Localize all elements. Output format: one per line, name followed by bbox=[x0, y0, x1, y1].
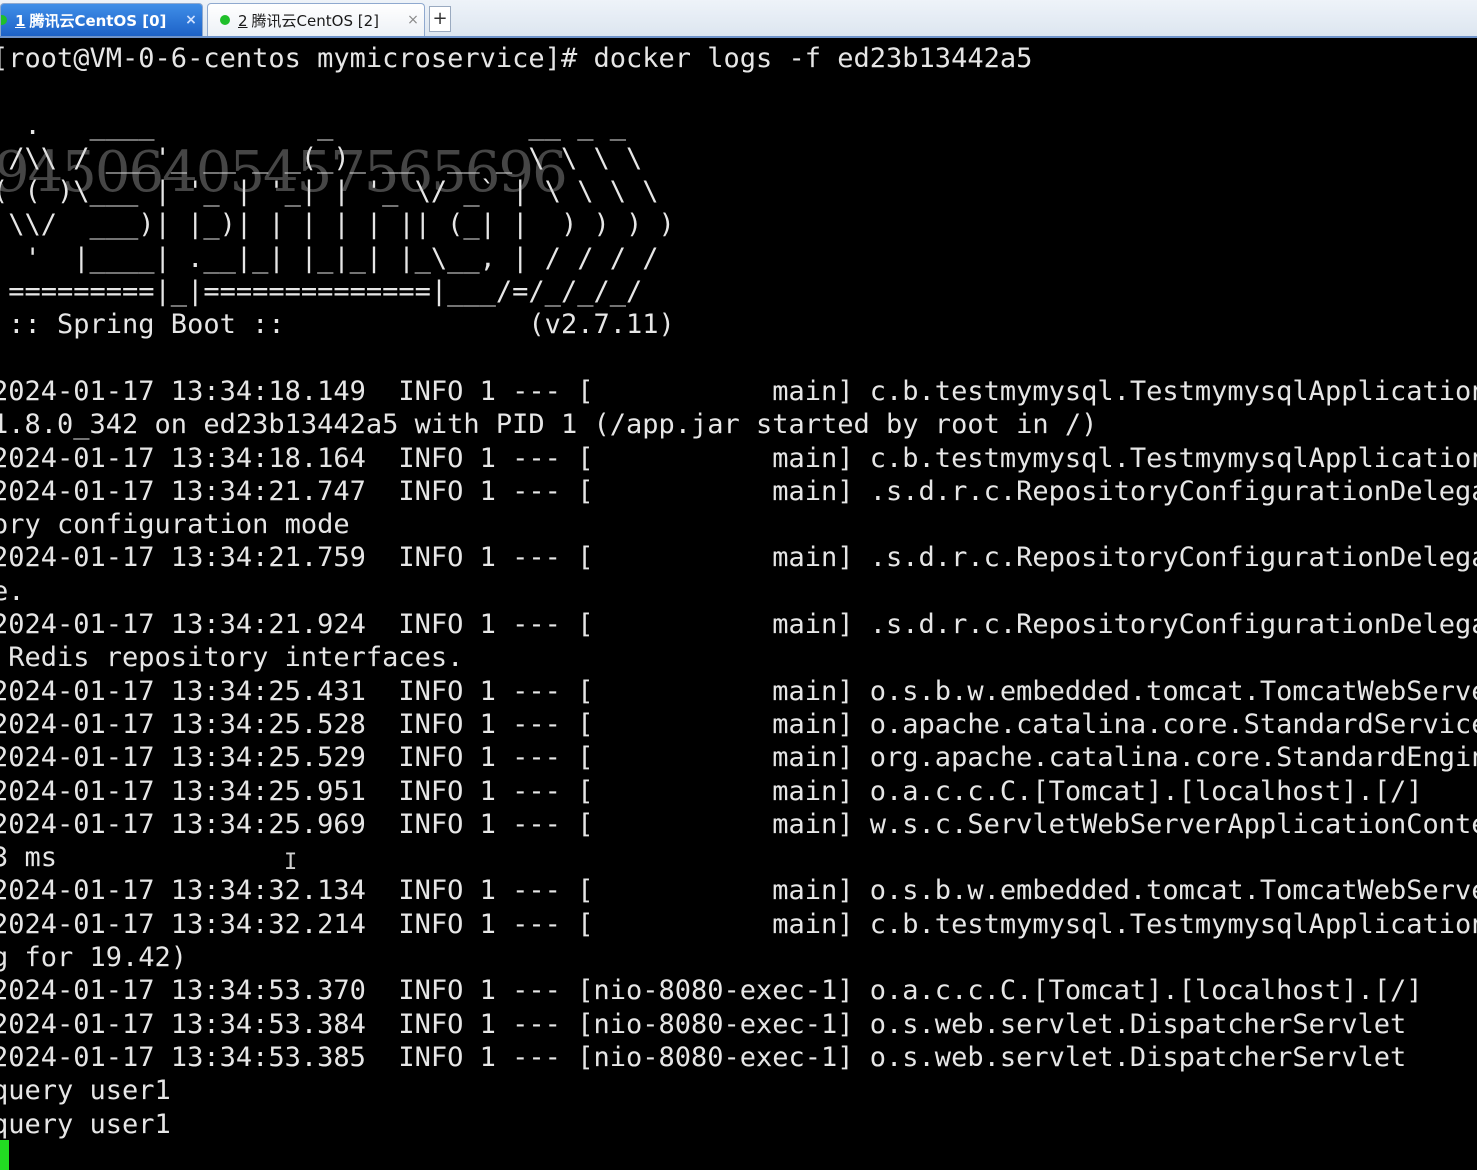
terminal-line: 2024-01-17 13:34:21.924 INFO 1 --- [ mai… bbox=[0, 609, 1477, 641]
terminal-line: 2024-01-17 13:34:25.969 INFO 1 --- [ mai… bbox=[0, 808, 1477, 840]
terminal-line: 2024-01-17 13:34:32.134 INFO 1 --- [ mai… bbox=[0, 875, 1477, 907]
terminal-line: 3 ms bbox=[0, 842, 58, 874]
terminal-line: 2024-01-17 13:34:21.759 INFO 1 --- [ mai… bbox=[0, 542, 1477, 574]
terminal-line: 2024-01-17 13:34:21.747 INFO 1 --- [ mai… bbox=[0, 475, 1477, 507]
tab-index: 2 bbox=[238, 11, 248, 30]
terminal-app-window: 1 腾讯云CentOS [0] × 2 腾讯云CentOS [2] × + [roo… bbox=[0, 0, 1477, 1170]
tab-title: 腾讯云CentOS [0] bbox=[29, 11, 167, 30]
terminal-line: 2024-01-17 13:34:18.149 INFO 1 --- [ mai… bbox=[0, 375, 1477, 407]
terminal-line: 2024-01-17 13:34:53.370 INFO 1 --- [nio-… bbox=[0, 975, 1423, 1007]
terminal-line: 2024-01-17 13:34:53.385 INFO 1 --- [nio-… bbox=[0, 1041, 1407, 1073]
tab-index: 1 bbox=[15, 11, 26, 30]
tab-label: 2 腾讯云CentOS [2] bbox=[238, 10, 402, 31]
terminal-block-cursor bbox=[0, 1140, 9, 1170]
terminal-line: ( ( )\___ | '_ | '_| | '_ \/ _` | \ \ \ … bbox=[0, 176, 659, 208]
terminal-line: 2024-01-17 13:34:25.951 INFO 1 --- [ mai… bbox=[0, 775, 1423, 807]
terminal-line: 2024-01-17 13:34:25.431 INFO 1 --- [ mai… bbox=[0, 675, 1477, 707]
close-icon[interactable]: × bbox=[402, 12, 424, 28]
tab-label: 1 腾讯云CentOS [0] bbox=[15, 10, 180, 31]
terminal-text: [root@VM-0-6-centos mymicroservice]# doc… bbox=[0, 42, 1477, 1141]
terminal-line: 2024-01-17 13:34:53.384 INFO 1 --- [nio-… bbox=[0, 1008, 1407, 1040]
connected-status-icon bbox=[1, 15, 7, 25]
terminal-line: . ____ _ __ _ _ bbox=[0, 109, 626, 141]
terminal-line: e. bbox=[0, 575, 25, 607]
terminal-output[interactable]: [root@VM-0-6-centos mymicroservice]# doc… bbox=[0, 40, 1477, 1170]
terminal-line: 1.8.0_342 on ed23b13442a5 with PID 1 (/a… bbox=[0, 409, 1098, 441]
terminal-line: ' |____| .__|_| |_|_| |_\__, | / / / / bbox=[0, 242, 659, 274]
terminal-line: :: Spring Boot :: (v2.7.11) bbox=[0, 309, 675, 341]
terminal-line: query user1 bbox=[0, 1075, 171, 1107]
terminal-line: [root@VM-0-6-centos mymicroservice]# doc… bbox=[0, 43, 1033, 74]
terminal-line: /\\ / ___'_ __ _ _(_)_ __ __ _ \ \ \ \ bbox=[0, 142, 643, 174]
tab-session-1[interactable]: 1 腾讯云CentOS [0] × bbox=[0, 3, 203, 36]
terminal-line: 2024-01-17 13:34:25.528 INFO 1 --- [ mai… bbox=[0, 708, 1477, 740]
terminal-line: 2024-01-17 13:34:25.529 INFO 1 --- [ mai… bbox=[0, 742, 1477, 774]
close-icon[interactable]: × bbox=[180, 12, 202, 28]
terminal-line: =========|_|==============|___/=/_/_/_/ bbox=[0, 276, 643, 308]
new-tab-button[interactable]: + bbox=[429, 6, 451, 32]
terminal-line: Redis repository interfaces. bbox=[0, 642, 464, 674]
tab-session-2[interactable]: 2 腾讯云CentOS [2] × bbox=[207, 3, 425, 36]
connected-status-icon bbox=[220, 15, 230, 25]
terminal-line: ory configuration mode bbox=[0, 509, 350, 541]
tab-title: 腾讯云CentOS [2] bbox=[251, 11, 379, 30]
terminal-line: g for 19.42) bbox=[0, 942, 188, 974]
terminal-line: \\/ ___)| |_)| | | | | || (_| | ) ) ) ) bbox=[0, 209, 675, 241]
terminal-line: query user1 bbox=[0, 1108, 171, 1140]
terminal-line: 2024-01-17 13:34:32.214 INFO 1 --- [ mai… bbox=[0, 908, 1477, 940]
tab-bar: 1 腾讯云CentOS [0] × 2 腾讯云CentOS [2] × + bbox=[0, 0, 1477, 38]
text-cursor-icon: I bbox=[284, 850, 298, 875]
terminal-line: 2024-01-17 13:34:18.164 INFO 1 --- [ mai… bbox=[0, 442, 1477, 474]
